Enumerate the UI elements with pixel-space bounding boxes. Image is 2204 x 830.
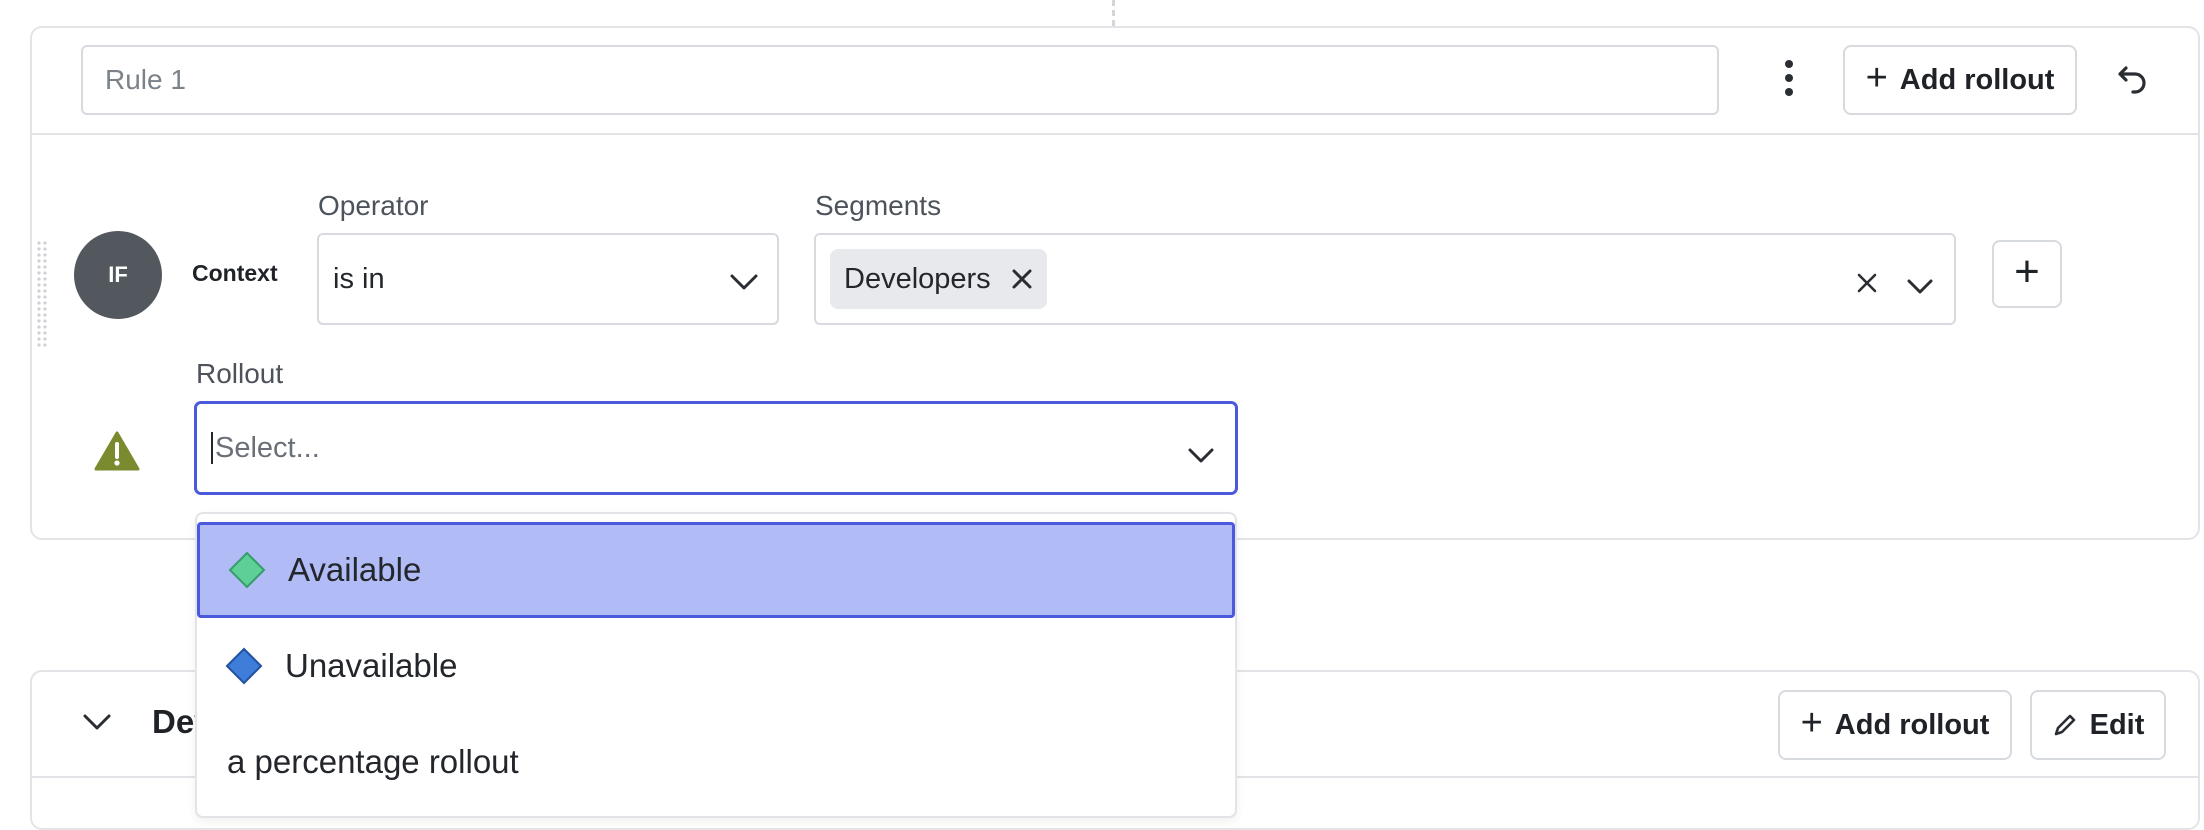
chevron-down-icon	[1906, 271, 1934, 304]
chevron-down-icon	[729, 267, 759, 300]
operator-label: Operator	[318, 190, 429, 221]
option-available[interactable]: Available	[197, 522, 1235, 618]
undo-icon[interactable]	[2111, 60, 2151, 100]
diamond-icon	[228, 551, 266, 589]
plus-icon: +	[1865, 57, 1888, 99]
option-unavailable[interactable]: Unavailable	[197, 618, 1235, 714]
add-rollout-label: Add rollout	[1899, 63, 2055, 96]
rollout-dropdown-menu: Available Unavailable a percentage rollo…	[195, 512, 1237, 818]
option-label: Unavailable	[285, 647, 458, 684]
option-label: a percentage rollout	[227, 743, 519, 780]
clear-icon[interactable]	[1856, 269, 1878, 302]
rollout-placeholder: Select...	[215, 431, 320, 464]
pencil-icon	[2052, 712, 2078, 738]
segment-chip-label: Developers	[844, 262, 991, 295]
add-clause-button[interactable]: +	[1992, 240, 2062, 308]
collapse-chevron-icon[interactable]	[82, 712, 112, 737]
chevron-down-icon	[1187, 440, 1215, 473]
segments-select[interactable]: Developers	[814, 233, 1956, 325]
add-rollout-button[interactable]: + Add rollout	[1778, 690, 2012, 760]
text-cursor	[211, 432, 213, 464]
add-rollout-button[interactable]: + Add rollout	[1843, 45, 2077, 115]
connector-line	[1112, 0, 1115, 26]
segment-chip: Developers	[830, 249, 1047, 309]
edit-label: Edit	[2089, 708, 2145, 741]
add-rollout-label: Add rollout	[1834, 708, 1990, 741]
remove-chip-icon[interactable]	[1011, 268, 1033, 290]
diamond-icon	[225, 647, 263, 685]
card-header-divider	[32, 133, 2198, 135]
warning-triangle-icon	[94, 430, 140, 472]
operator-value: is in	[333, 262, 385, 295]
if-badge: IF	[74, 231, 162, 319]
edit-button[interactable]: Edit	[2030, 690, 2166, 760]
plus-icon: +	[2014, 247, 2040, 296]
segments-label: Segments	[815, 190, 942, 221]
option-percentage-rollout[interactable]: a percentage rollout	[197, 714, 1235, 810]
context-label: Context	[192, 260, 278, 286]
rollout-label: Rollout	[196, 358, 284, 389]
option-label: Available	[288, 551, 422, 588]
rule-name-input[interactable]: Rule 1	[81, 45, 1719, 115]
plus-icon: +	[1800, 702, 1823, 744]
operator-select[interactable]: is in	[317, 233, 779, 325]
drag-handle-icon[interactable]	[36, 240, 48, 348]
more-options-icon[interactable]	[1776, 58, 1802, 100]
rollout-select[interactable]: Select...	[195, 402, 1237, 494]
